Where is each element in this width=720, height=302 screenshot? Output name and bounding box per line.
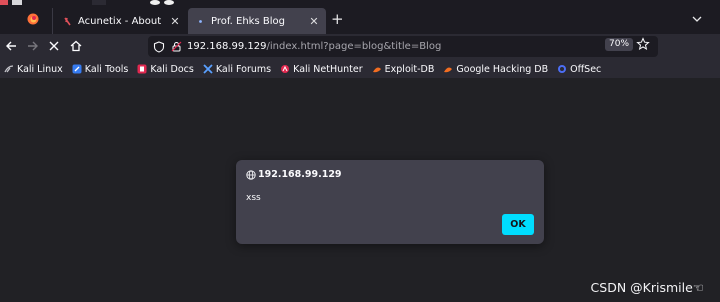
stop-icon[interactable] xyxy=(47,39,61,53)
tab-acunetix[interactable]: Acunetix - About ✕ xyxy=(52,8,187,34)
chevron-down-icon[interactable] xyxy=(692,14,702,24)
alert-dialog: 192.168.99.129 xss OK xyxy=(236,160,544,244)
bookmark-kali-linux[interactable]: Kali Linux xyxy=(4,64,63,75)
bookmark-kali-nethunter[interactable]: Kali NetHunter xyxy=(280,64,363,75)
url-path: /index.html?page=blog&title=Blog xyxy=(266,41,442,52)
bookmark-kali-tools[interactable]: Kali Tools xyxy=(72,63,129,75)
navigation-toolbar: 192.168.99.129/index.html?page=blog&titl… xyxy=(0,34,720,60)
bookmark-label: Kali Docs xyxy=(150,63,194,75)
forward-arrow-icon[interactable] xyxy=(26,39,40,53)
nethunter-icon xyxy=(281,65,290,73)
bookmark-offsec[interactable]: OffSec xyxy=(557,64,601,75)
firefox-icon[interactable] xyxy=(27,13,39,25)
kali-tools-icon xyxy=(72,64,82,74)
globe-icon xyxy=(246,170,256,180)
bookmark-label: Kali NetHunter xyxy=(293,63,363,75)
offsec-icon xyxy=(558,65,567,73)
exploit-db-icon xyxy=(372,67,381,73)
bookmark-google-hacking-db[interactable]: Google Hacking DB xyxy=(443,64,548,75)
kali-icon xyxy=(64,17,71,25)
kali-forums-icon xyxy=(203,64,213,74)
bookmark-kali-docs[interactable]: Kali Docs xyxy=(137,63,194,75)
url-host: 192.168.99.129 xyxy=(187,41,267,52)
taskbar-sliver xyxy=(0,0,720,6)
close-tab-icon[interactable]: ✕ xyxy=(306,15,322,28)
bookmark-label: Kali Linux xyxy=(17,63,63,75)
back-arrow-icon[interactable] xyxy=(4,39,18,53)
bookmarks-toolbar: Kali Linux Kali Tools Kali Docs Kali For… xyxy=(0,60,720,78)
bookmark-star-icon[interactable] xyxy=(636,37,650,51)
tab-prof-ehks-blog[interactable]: Prof. Ehks Blog ✕ xyxy=(188,8,326,34)
bookmark-label: Google Hacking DB xyxy=(456,63,549,75)
shield-icon[interactable] xyxy=(153,40,165,53)
tab-strip: Acunetix - About ✕ Prof. Ehks Blog ✕ + xyxy=(0,0,720,34)
bookmark-label: Kali Tools xyxy=(84,63,129,75)
url-text[interactable]: 192.168.99.129/index.html?page=blog&titl… xyxy=(187,41,441,52)
bookmark-kali-forums[interactable]: Kali Forums xyxy=(203,64,271,75)
ok-button[interactable]: OK xyxy=(502,214,534,235)
dialog-origin: 192.168.99.129 xyxy=(258,169,342,180)
new-tab-button[interactable]: + xyxy=(331,12,344,27)
close-tab-icon[interactable]: ✕ xyxy=(167,15,183,28)
home-icon[interactable] xyxy=(69,39,83,53)
watermark: CSDN @Krismile☜ xyxy=(590,280,704,295)
bookmark-exploit-db[interactable]: Exploit-DB xyxy=(372,63,435,75)
insecure-lock-icon[interactable] xyxy=(171,41,182,52)
zoom-level-button[interactable]: 70% xyxy=(605,38,634,51)
tab-title: Acunetix - About xyxy=(78,15,162,27)
page-content: 192.168.99.129 xss OK CSDN @Krismile☜ xyxy=(0,78,720,302)
address-bar[interactable]: 192.168.99.129/index.html?page=blog&titl… xyxy=(148,36,658,57)
bookmark-label: OffSec xyxy=(570,63,602,75)
bookmark-label: Kali Forums xyxy=(215,63,272,75)
bookmark-label: Exploit-DB xyxy=(384,63,435,75)
ghdb-icon xyxy=(444,67,453,73)
dot-icon xyxy=(199,19,202,23)
kali-docs-icon xyxy=(137,64,147,74)
kali-dragon-icon xyxy=(4,65,14,73)
dialog-message: xss xyxy=(246,193,261,203)
tab-title: Prof. Ehks Blog xyxy=(211,15,285,27)
